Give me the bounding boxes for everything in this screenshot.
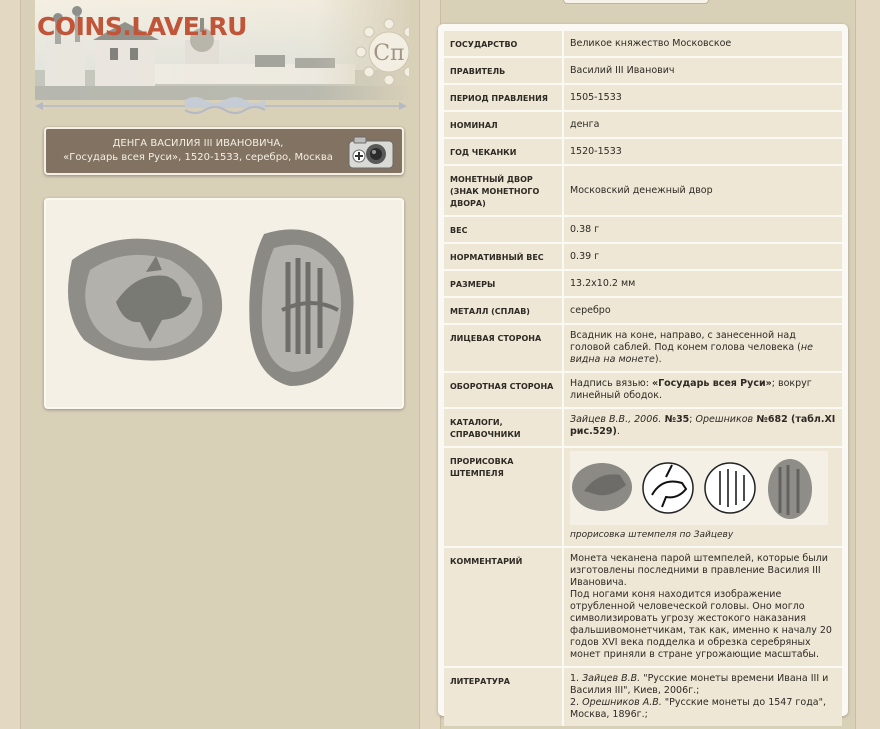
reign-value: 1505-1533 — [564, 85, 842, 110]
mint-label: МОНЕТНЫЙ ДВОР (ЗНАК МОНЕТНОГО ДВОРА) — [444, 166, 564, 215]
weight-label: ВЕС — [444, 217, 564, 242]
state-value: Великое княжество Московское — [564, 31, 842, 56]
camera-icon[interactable] — [348, 135, 394, 169]
mint-value: Московский денежный двор — [564, 166, 842, 215]
catalogs-label: КАТАЛОГИ, СПРАВОЧНИКИ — [444, 409, 564, 446]
reign-label: ПЕРИОД ПРАВЛЕНИЯ — [444, 85, 564, 110]
metal-label: МЕТАЛЛ (СПЛАВ) — [444, 298, 564, 323]
table-row: ВЕС 0.38 г — [444, 217, 842, 242]
top-tab[interactable] — [563, 0, 709, 4]
table-row: ГОД ЧЕКАНКИ 1520-1533 — [444, 139, 842, 164]
drawing-label: ПРОРИСОВКА ШТЕМПЕЛЯ — [444, 448, 564, 546]
table-row: ОБОРОТНАЯ СТОРОНА Надпись вязью: «Госуда… — [444, 373, 842, 407]
ruler-label: ПРАВИТЕЛЬ — [444, 58, 564, 83]
table-row: МОНЕТНЫЙ ДВОР (ЗНАК МОНЕТНОГО ДВОРА) Мос… — [444, 166, 842, 215]
coin-title-line2: «Государь всея Руси», 1520-1533, серебро… — [63, 152, 333, 163]
literature-item: 1. Зайцев В.В. "Русские монеты времени И… — [570, 673, 829, 696]
die-drawing-image[interactable] — [570, 451, 828, 525]
page-gutter — [420, 0, 440, 729]
coin-title-line1: ДЕНГА ВАСИЛИЯ III ИВАНОВИЧА, — [112, 138, 284, 149]
coin-info-table: ГОСУДАРСТВО Великое княжество Московское… — [444, 29, 842, 728]
metal-value: серебро — [564, 298, 842, 323]
coin-title-panel: ДЕНГА ВАСИЛИЯ III ИВАНОВИЧА, «Государь в… — [44, 127, 404, 175]
page-margin-right — [856, 0, 880, 729]
obverse-label: ЛИЦЕВАЯ СТОРОНА — [444, 325, 564, 371]
norm-weight-label: НОРМАТИВНЫЙ ВЕС — [444, 244, 564, 269]
site-emblem-icon[interactable]: Сп — [355, 18, 409, 86]
table-row: НОРМАТИВНЫЙ ВЕС 0.39 г — [444, 244, 842, 269]
state-label: ГОСУДАРСТВО — [444, 31, 564, 56]
table-row: ПЕРИОД ПРАВЛЕНИЯ 1505-1533 — [444, 85, 842, 110]
emblem-letters: Сп — [373, 41, 405, 66]
comment-paragraph-2: Под ногами коня находится изображение от… — [570, 589, 832, 660]
literature-label: ЛИТЕРАТУРА — [444, 668, 564, 726]
drawing-value: прорисовка штемпеля по Зайцеву — [564, 448, 842, 546]
table-row: ЛИЦЕВАЯ СТОРОНА Всадник на коне, направо… — [444, 325, 842, 371]
coin-photo[interactable] — [46, 200, 402, 407]
table-row: КАТАЛОГИ, СПРАВОЧНИКИ Зайцев В.В., 2006.… — [444, 409, 842, 446]
table-row: КОММЕНТАРИЙ Монета чеканена парой штемпе… — [444, 548, 842, 666]
minted-label: ГОД ЧЕКАНКИ — [444, 139, 564, 164]
minted-value: 1520-1533 — [564, 139, 842, 164]
obverse-value: Всадник на коне, направо, с занесенной н… — [564, 325, 842, 371]
comment-label: КОММЕНТАРИЙ — [444, 548, 564, 666]
reverse-value: Надпись вязью: «Государь всея Руси»; вок… — [564, 373, 842, 407]
table-row: РАЗМЕРЫ 13.2x10.2 мм — [444, 271, 842, 296]
coin-info-card: ГОСУДАРСТВО Великое княжество Московское… — [438, 24, 848, 726]
literature-item: 2. Орешников А.В. "Русские монеты до 154… — [570, 697, 826, 720]
comment-value: Монета чеканена парой штемпелей, которые… — [564, 548, 842, 666]
table-row: ПРАВИТЕЛЬ Василий III Иванович — [444, 58, 842, 83]
comment-paragraph-1: Монета чеканена парой штемпелей, которые… — [570, 553, 828, 588]
table-row: ЛИТЕРАТУРА 1. Зайцев В.В. "Русские монет… — [444, 668, 842, 726]
table-row: ГОСУДАРСТВО Великое княжество Московское — [444, 31, 842, 56]
table-row: ПРОРИСОВКА ШТЕМПЕЛЯ прорисовка штемпеля … — [444, 448, 842, 546]
denomination-label: НОМИНАЛ — [444, 112, 564, 137]
drawing-caption: прорисовка штемпеля по Зайцеву — [570, 530, 734, 540]
table-row: НОМИНАЛ денга — [444, 112, 842, 137]
site-brand[interactable]: COINS.LAVE.RU — [37, 12, 247, 41]
reverse-label: ОБОРОТНАЯ СТОРОНА — [444, 373, 564, 407]
catalogs-value: Зайцев В.В., 2006. №35; Орешников №682 (… — [564, 409, 842, 446]
page-margin-left — [0, 0, 20, 729]
coin-photo-panel[interactable] — [44, 198, 404, 409]
denomination-value: денга — [564, 112, 842, 137]
size-label: РАЗМЕРЫ — [444, 271, 564, 296]
header-banner: COINS.LAVE.RU Сп — [35, 0, 409, 118]
norm-weight-value: 0.39 г — [564, 244, 842, 269]
right-column: ГОСУДАРСТВО Великое княжество Московское… — [438, 0, 856, 729]
ruler-value: Василий III Иванович — [564, 58, 842, 83]
left-column: COINS.LAVE.RU Сп ДЕНГА ВАСИЛИЯ III ИВАНО… — [20, 0, 420, 729]
weight-value: 0.38 г — [564, 217, 842, 242]
size-value: 13.2x10.2 мм — [564, 271, 842, 296]
table-row: МЕТАЛЛ (СПЛАВ) серебро — [444, 298, 842, 323]
literature-value: 1. Зайцев В.В. "Русские монеты времени И… — [564, 668, 842, 726]
